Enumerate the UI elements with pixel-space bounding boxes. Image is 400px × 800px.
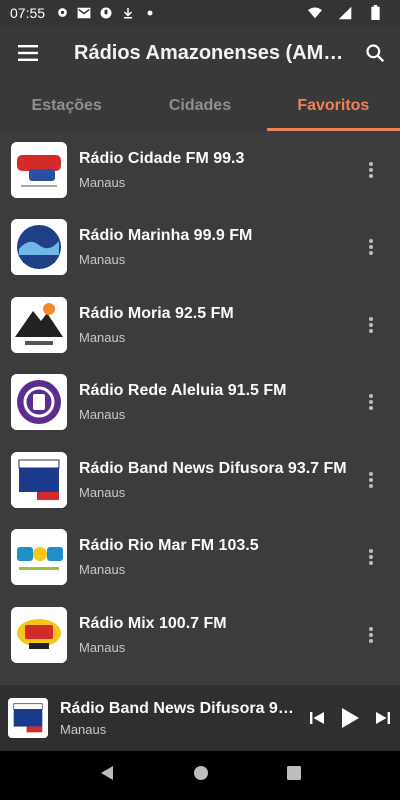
list-item[interactable]: Rádio Band News Difusora 93.7 FM Manaus [0,441,400,519]
home-icon[interactable] [193,765,209,786]
list-item[interactable]: Rádio Moria 92.5 FM Manaus [0,286,400,364]
station-logo-riomar [11,529,67,586]
station-name: Rádio Mix 100.7 FM [79,614,227,632]
station-city: Manaus [79,329,126,345]
station-city: Manaus [79,407,126,423]
status-time: 07:55 [10,4,46,21]
player-city: Manaus [60,721,107,737]
more-options-icon[interactable] [356,382,386,422]
tab-bar: Estações Cidades Favoritos [0,81,400,131]
station-name: Rádio Rio Mar FM 103.5 [79,537,259,555]
wifi-icon [308,6,322,20]
station-city: Manaus [79,252,126,268]
station-name: Rádio Moria 92.5 FM [79,304,234,322]
play-icon[interactable] [333,698,366,738]
more-options-icon[interactable] [356,305,386,345]
more-options-icon[interactable] [356,537,386,577]
settings-status-icon [55,6,69,20]
app-bar: Rádios Amazonenses (AM… [0,25,400,81]
mic-status-icon [99,6,113,20]
mini-player[interactable]: Rádio Band News Difusora 93.… Manaus [0,685,400,751]
tab-estacoes[interactable]: Estações [0,81,133,131]
station-logo-cidade [11,141,67,198]
station-name: Rádio Cidade FM 99.3 [79,149,245,167]
station-logo-bandnews [11,451,67,508]
station-city: Manaus [79,174,126,190]
list-item[interactable]: Rádio Rio Mar FM 103.5 Manaus [0,519,400,597]
skip-next-icon[interactable] [367,698,400,738]
station-city: Manaus [79,639,126,655]
list-item[interactable]: Rádio Marinha 99.9 FM Manaus [0,209,400,287]
more-options-icon[interactable] [356,227,386,267]
list-item[interactable]: Rádio Rede Aleluia 91.5 FM Manaus [0,364,400,442]
station-name: Rádio Marinha 99.9 FM [79,227,253,245]
search-icon[interactable] [350,25,400,81]
download-status-icon [121,6,135,20]
station-logo-marinha [11,219,67,276]
station-city: Manaus [79,484,126,500]
more-options-icon[interactable] [356,460,386,500]
dot-status-icon [143,6,157,20]
skip-previous-icon[interactable] [300,698,333,738]
app-title: Rádios Amazonenses (AM… [74,41,344,64]
tab-favoritos[interactable]: Favoritos [266,81,400,131]
player-title: Rádio Band News Difusora 93.… [60,699,298,717]
recents-icon[interactable] [287,766,301,785]
back-icon[interactable] [99,765,115,786]
signal-icon [338,6,352,20]
gmail-status-icon [77,6,91,20]
tab-cidades[interactable]: Cidades [133,81,266,131]
battery-icon [368,5,382,20]
status-bar: 07:55 [0,0,400,25]
list-item[interactable]: Rádio Cidade FM 99.3 Manaus [0,131,400,209]
system-nav-bar [0,751,400,800]
list-item[interactable]: Rádio Mix 100.7 FM Manaus [0,596,400,674]
player-station-logo [8,698,48,738]
station-name: Rádio Rede Aleluia 91.5 FM [79,382,287,400]
station-logo-mix [11,606,67,663]
station-logo-aleluia [11,374,67,431]
hamburger-menu-icon[interactable] [0,25,56,81]
station-city: Manaus [79,562,126,578]
favorites-list: Rádio Cidade FM 99.3 Manaus Rádio Marinh… [0,131,400,685]
more-options-icon[interactable] [356,615,386,655]
station-logo-moria [11,296,67,353]
station-name: Rádio Band News Difusora 93.7 FM [79,459,347,477]
more-options-icon[interactable] [356,150,386,190]
